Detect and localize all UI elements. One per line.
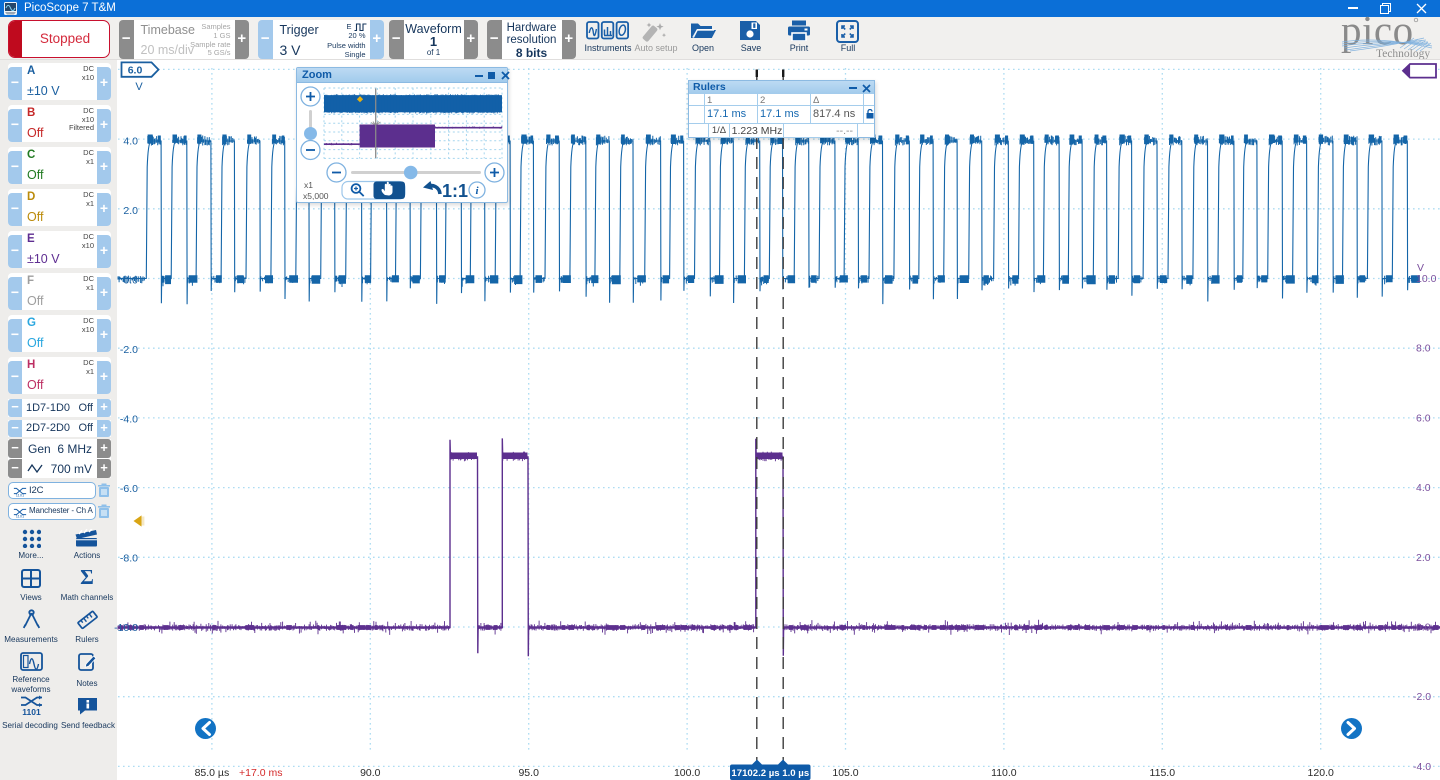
- svg-text:1101: 1101: [22, 707, 41, 716]
- svg-text:-2.0: -2.0: [120, 344, 138, 356]
- svg-text:1:1: 1:1: [442, 181, 468, 201]
- svg-text:4.0: 4.0: [123, 136, 138, 148]
- svg-text:95.0: 95.0: [518, 767, 539, 779]
- svg-text:1101: 1101: [16, 513, 24, 517]
- svg-text:6.0: 6.0: [1416, 412, 1431, 424]
- svg-text:Technology: Technology: [1376, 48, 1430, 59]
- svg-text:2.0: 2.0: [1416, 552, 1431, 564]
- svg-text:10.0: 10.0: [1416, 273, 1437, 285]
- svg-text:-10.0: -10.0: [114, 622, 138, 634]
- svg-text:100.0: 100.0: [674, 767, 700, 779]
- svg-text:8.0: 8.0: [1416, 343, 1431, 355]
- svg-text:0.0: 0.0: [1416, 622, 1431, 634]
- svg-text:105.0: 105.0: [832, 767, 858, 779]
- svg-text:2.0: 2.0: [123, 205, 138, 217]
- svg-text:-4.0: -4.0: [120, 414, 138, 426]
- svg-text:0.0: 0.0: [123, 275, 138, 287]
- svg-text:120.0: 120.0: [1308, 767, 1334, 779]
- svg-text:6.0: 6.0: [128, 64, 143, 76]
- svg-text:-4.0: -4.0: [1413, 761, 1431, 773]
- svg-text:-6.0: -6.0: [120, 483, 138, 495]
- svg-text:115.0: 115.0: [1150, 767, 1176, 779]
- svg-text:-8.0: -8.0: [120, 553, 138, 565]
- svg-text:-2.0: -2.0: [1413, 691, 1431, 703]
- svg-text:17102.2 µs 1.0 µs: 17102.2 µs 1.0 µs: [731, 768, 809, 779]
- svg-text:+17.0 ms: +17.0 ms: [239, 767, 282, 779]
- svg-text:90.0: 90.0: [360, 767, 381, 779]
- svg-text:x5,000: x5,000: [303, 191, 329, 201]
- svg-text:85.0 µs: 85.0 µs: [195, 767, 230, 779]
- svg-text:110.0: 110.0: [991, 767, 1017, 779]
- svg-text:x1: x1: [304, 180, 313, 190]
- svg-text:V: V: [135, 81, 143, 93]
- svg-text:1101: 1101: [16, 492, 24, 496]
- svg-text:4.0: 4.0: [1416, 482, 1431, 494]
